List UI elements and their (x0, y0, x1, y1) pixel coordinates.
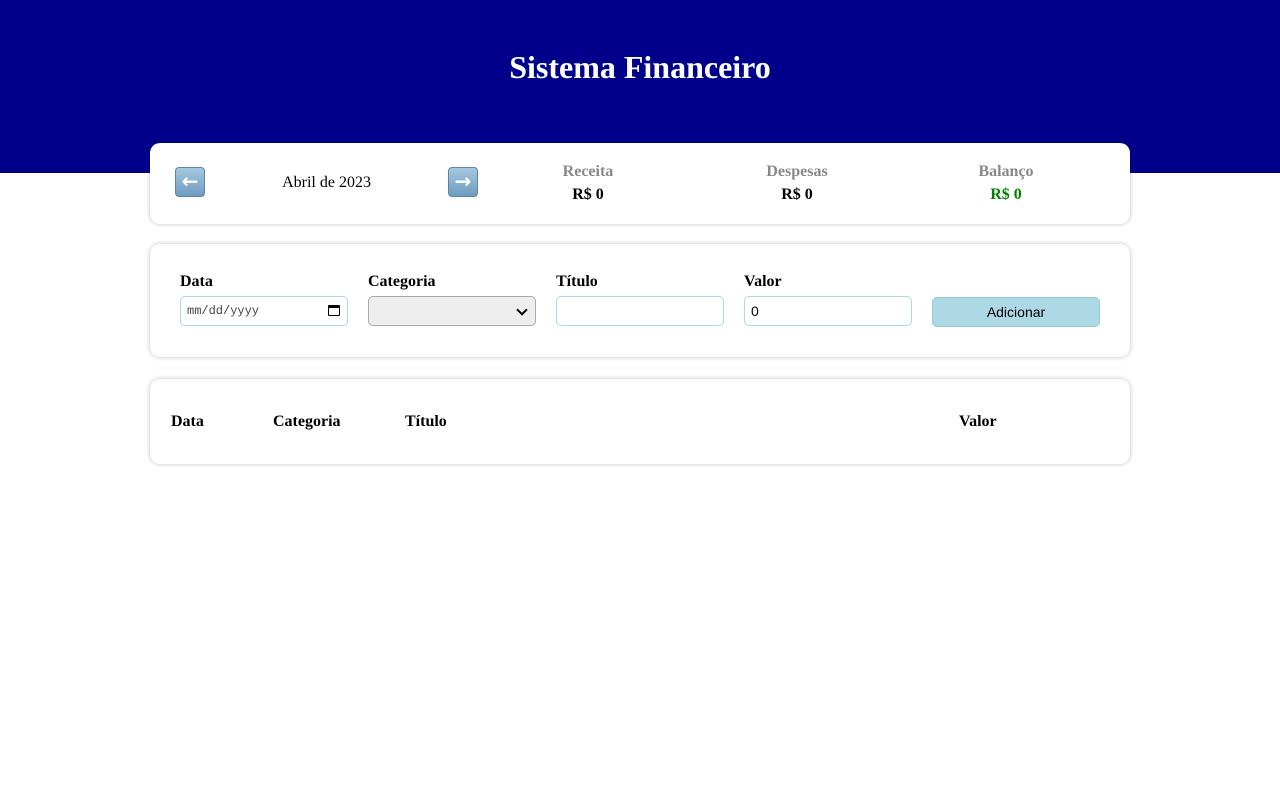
categoria-select[interactable] (368, 296, 536, 326)
column-header-categoria: Categoria (273, 413, 341, 430)
column-header-data: Data (171, 413, 204, 430)
column-header-valor: Valor (959, 413, 997, 430)
titulo-label: Título (556, 273, 598, 290)
add-button[interactable]: Adicionar (932, 297, 1100, 327)
titulo-field: Título (556, 272, 724, 326)
data-label: Data (180, 273, 213, 290)
valor-label: Valor (744, 273, 782, 290)
titulo-input[interactable] (556, 296, 724, 326)
column-header-titulo: Título (405, 413, 447, 430)
despesas-title: Despesas (766, 163, 828, 180)
transactions-table: Data Categoria Título Valor (150, 379, 1130, 464)
page-title: Sistema Financeiro (509, 49, 771, 85)
info-area: ← Abril de 2023 → Receita R$ 0 Despesas … (150, 143, 1130, 224)
receita-value: R$ 0 (572, 186, 604, 203)
valor-field: Valor 0 (744, 272, 912, 326)
balanco-value: R$ 0 (990, 186, 1022, 203)
categoria-field: Categoria (368, 272, 536, 326)
current-month: Abril de 2023 (282, 174, 371, 191)
right-arrow-icon[interactable]: → (448, 167, 478, 197)
balanco-title: Balanço (978, 163, 1034, 180)
valor-value: 0 (751, 303, 759, 319)
despesas-value: R$ 0 (781, 186, 813, 203)
calendar-icon[interactable] (328, 305, 340, 316)
date-placeholder: mm/dd/yyyy (187, 304, 260, 318)
chevron-down-icon (516, 304, 528, 316)
input-area: Data mm/dd/yyyy Categoria Título Valor 0… (150, 244, 1130, 357)
categoria-label: Categoria (368, 273, 436, 290)
balanco-summary: Balanço R$ 0 (926, 162, 1086, 206)
valor-input[interactable]: 0 (744, 296, 912, 326)
receita-title: Receita (562, 163, 614, 180)
receita-summary: Receita R$ 0 (508, 162, 668, 206)
data-field: Data mm/dd/yyyy (180, 272, 348, 326)
date-input[interactable]: mm/dd/yyyy (180, 296, 348, 326)
despesas-summary: Despesas R$ 0 (717, 162, 877, 206)
left-arrow-icon[interactable]: ← (175, 167, 205, 197)
